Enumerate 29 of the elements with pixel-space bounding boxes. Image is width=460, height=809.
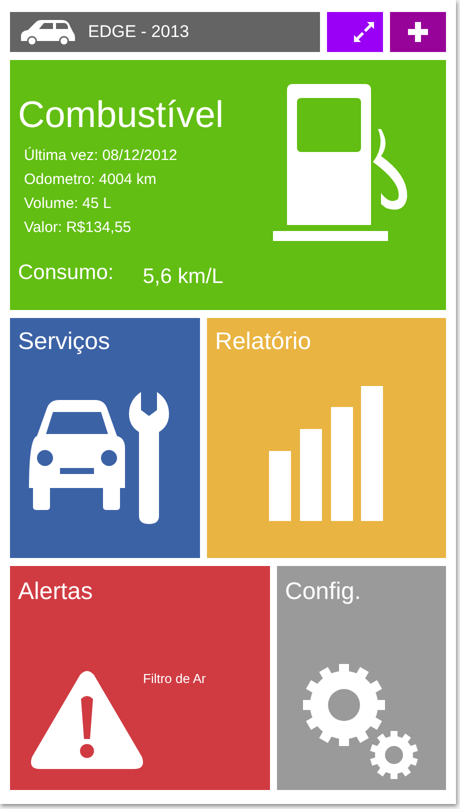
detail-label: Valor: [24, 220, 62, 235]
consumption-label: Consumo: [18, 260, 114, 286]
tile-title: Alertas [18, 580, 94, 604]
services-tile[interactable]: Serviços [10, 318, 200, 558]
swap-button[interactable] [327, 12, 384, 52]
tile-title: Serviços [18, 330, 112, 354]
car-icon [18, 18, 76, 46]
swap-arrows-icon [353, 21, 376, 43]
warning-icon [30, 671, 144, 769]
add-button[interactable] [390, 12, 446, 52]
detail-label: Volume: [24, 196, 78, 211]
detail-value: 45 L [82, 196, 112, 211]
plus-icon [408, 22, 428, 42]
gears-icon [302, 663, 418, 781]
fuel-title: Combustível [18, 96, 225, 133]
consumption-value: 5,6 km/L [142, 264, 224, 290]
vehicle-name: EDGE - 2013 [88, 21, 190, 44]
alerts-tile[interactable]: Alertas Filtro de Ar [10, 566, 270, 790]
vehicle-bar[interactable]: EDGE - 2013 [10, 12, 320, 52]
bar-chart-icon [269, 386, 383, 521]
detail-value: R$134,55 [66, 220, 132, 235]
detail-label: Última vez: [24, 148, 98, 163]
detail-value: 4004 km [98, 172, 156, 187]
tile-title: Config. [285, 580, 362, 604]
tile-title: Relatório [215, 330, 312, 354]
detail-label: Odometro: [24, 172, 95, 187]
settings-tile[interactable]: Config. [277, 566, 446, 790]
alert-text: Filtro de Ar [143, 670, 206, 688]
detail-value: 08/12/2012 [102, 148, 178, 163]
